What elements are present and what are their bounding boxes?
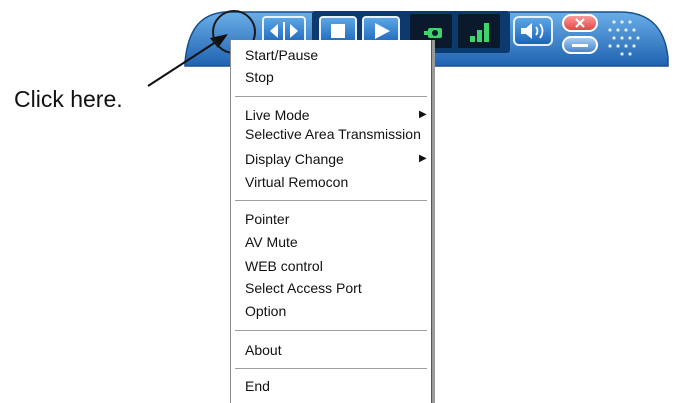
menu-item-end[interactable]: End	[245, 377, 270, 395]
menu-item-select-access-port[interactable]: Select Access Port	[245, 279, 362, 297]
menu-item-option[interactable]: Option	[245, 302, 286, 320]
menu-item-pointer[interactable]: Pointer	[245, 210, 289, 228]
callout-text: Click here.	[14, 86, 123, 112]
menu-item-stop[interactable]: Stop	[245, 68, 274, 86]
volume-button[interactable]	[513, 16, 553, 46]
menu-separator	[235, 330, 427, 332]
menu-item-selective-area-transmission[interactable]: Selective Area Transmission	[245, 125, 421, 143]
menu-item-virtual-remocon[interactable]: Virtual Remocon	[245, 173, 348, 191]
menu-item-av-mute[interactable]: AV Mute	[245, 233, 298, 251]
close-button[interactable]	[562, 14, 598, 32]
signal-button[interactable]	[458, 14, 500, 48]
menu-separator	[235, 368, 427, 370]
menu-item-start-pause[interactable]: Start/Pause	[245, 46, 318, 64]
menu-separator	[235, 200, 427, 202]
minimize-icon	[572, 44, 588, 47]
menu-item-about[interactable]: About	[245, 341, 282, 359]
signal-bars-icon	[470, 23, 489, 42]
speaker-icon	[521, 23, 544, 39]
context-menu: Start/Pause Stop Live Mode ▶ Selective A…	[230, 40, 432, 403]
minimize-button[interactable]	[562, 36, 598, 54]
close-icon	[575, 18, 585, 28]
menu-item-display-change[interactable]: Display Change	[245, 150, 344, 168]
submenu-arrow-icon: ▶	[419, 153, 427, 164]
menu-item-web-control[interactable]: WEB control	[245, 257, 323, 275]
menu-item-live-mode[interactable]: Live Mode	[245, 106, 310, 124]
menu-separator	[235, 96, 427, 98]
submenu-arrow-icon: ▶	[419, 109, 427, 120]
